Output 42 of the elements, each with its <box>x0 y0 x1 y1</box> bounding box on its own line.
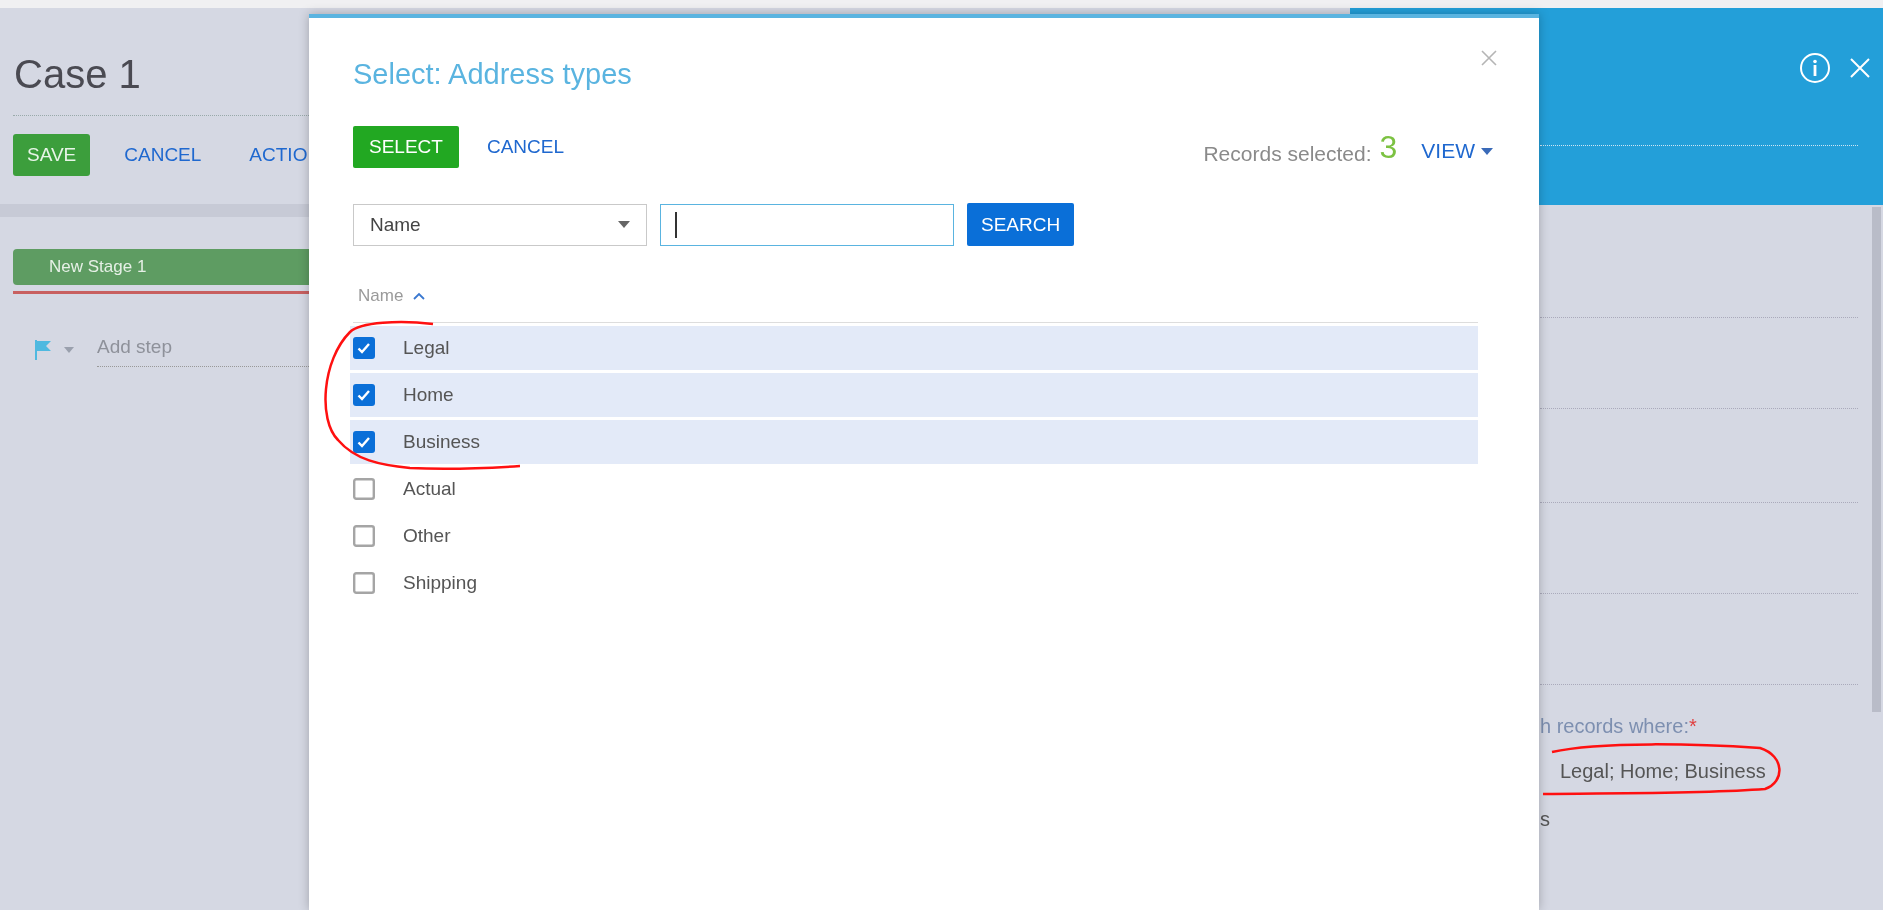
table-cell: Home <box>403 384 454 406</box>
column-dropdown[interactable]: Name <box>353 203 647 246</box>
table-cell: Shipping <box>403 572 477 594</box>
records-label: Records selected: <box>1203 142 1372 166</box>
condition-value[interactable]: Legal; Home; Business <box>1560 760 1883 783</box>
checkbox[interactable] <box>353 337 375 359</box>
search-field[interactable] <box>660 203 954 246</box>
checkbox[interactable] <box>353 525 375 547</box>
checkbox[interactable] <box>353 572 375 594</box>
table-row[interactable]: Legal <box>350 326 1478 370</box>
caret-icon[interactable] <box>1481 147 1493 155</box>
checkbox[interactable] <box>353 478 375 500</box>
condition-label: h records where: <box>1540 715 1689 737</box>
records-count: 3 <box>1379 128 1398 166</box>
sort-icon[interactable] <box>413 292 426 300</box>
search-button[interactable]: SEARCH <box>967 203 1075 246</box>
caret-icon[interactable] <box>618 221 630 228</box>
scrollbar[interactable] <box>1872 207 1881 712</box>
save-button[interactable]: SAVE <box>13 134 91 176</box>
action-link[interactable]: ACTIO <box>235 134 322 176</box>
table-cell: Other <box>403 525 451 547</box>
cancel-button[interactable]: CANCEL <box>472 126 578 168</box>
info-icon[interactable] <box>1799 52 1831 84</box>
table-cell: Actual <box>403 478 456 500</box>
required-mark: * <box>1688 715 1697 737</box>
table-cell: Business <box>403 431 481 453</box>
case-title: Case 1 <box>14 52 141 97</box>
table-row[interactable]: Other <box>350 514 1478 558</box>
select-button[interactable]: SELECT <box>353 126 459 168</box>
table-row[interactable]: Actual <box>350 467 1478 511</box>
flag-icon[interactable] <box>33 338 53 361</box>
close-icon[interactable] <box>1481 50 1497 66</box>
dialog-title: Select: Address types <box>353 58 633 91</box>
table-cell: Legal <box>403 337 450 359</box>
table-row[interactable]: Shipping <box>350 561 1478 605</box>
view-button[interactable]: VIEW <box>1421 129 1493 173</box>
checkbox[interactable] <box>353 431 375 453</box>
label-fragment: s <box>1540 808 1551 831</box>
table-row[interactable]: Business <box>350 420 1478 464</box>
action-link[interactable]: CANCEL <box>110 134 216 176</box>
checkbox[interactable] <box>353 384 375 406</box>
table-row[interactable]: Home <box>350 373 1478 417</box>
